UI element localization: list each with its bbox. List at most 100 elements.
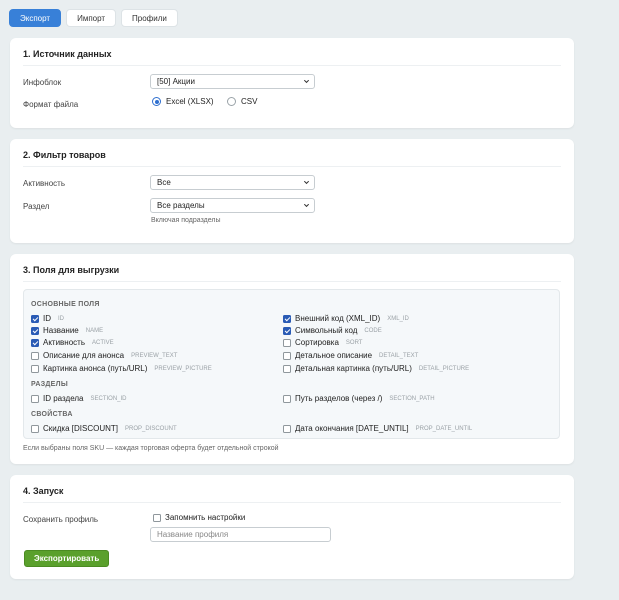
field-code: ACTIVE — [92, 339, 114, 346]
card-title: 2. Фильтр товаров — [23, 150, 106, 160]
section-label: Раздел — [23, 202, 50, 211]
field-code: NAME — [85, 327, 104, 334]
field-detail-text-checkbox[interactable]: Детальное описание DETAIL_TEXT — [283, 351, 418, 360]
checkbox-unchecked-icon — [31, 424, 39, 433]
checkbox-unchecked-icon — [283, 424, 291, 433]
field-label: Скидка [DISCOUNT] — [43, 424, 118, 433]
divider — [23, 281, 561, 282]
checkbox-unchecked-icon — [31, 351, 39, 360]
field-code: XML_ID — [387, 315, 409, 322]
checkbox-checked-icon — [283, 314, 291, 323]
radio-selected-icon — [152, 97, 161, 106]
field-code: PREVIEW_TEXT — [131, 352, 178, 359]
profile-name-input[interactable] — [150, 527, 331, 542]
field-id-checkbox[interactable]: ID ID — [31, 314, 64, 323]
tab-import[interactable]: Импорт — [66, 9, 117, 27]
remember-settings-checkbox[interactable]: Запомнить настройки — [153, 513, 245, 522]
card-filter: 2. Фильтр товаров Активность Все Раздел … — [10, 139, 574, 243]
field-active-checkbox[interactable]: Активность ACTIVE — [31, 338, 114, 347]
field-label: Внешний код (XML_ID) — [295, 314, 381, 323]
field-code: PREVIEW_PICTURE — [154, 365, 212, 372]
format-xlsx-radio[interactable]: Excel (XLSX) — [152, 97, 214, 106]
card-title: 3. Поля для выгрузки — [23, 265, 120, 275]
field-section-id-checkbox[interactable]: ID раздела SECTION_ID — [31, 394, 127, 403]
field-preview-picture-checkbox[interactable]: Картинка анонса (путь/URL) PREVIEW_PICTU… — [31, 364, 212, 373]
checkbox-unchecked-icon — [31, 394, 39, 403]
active-select[interactable]: Все — [150, 175, 315, 190]
section-hint: Включая подразделы — [151, 217, 221, 224]
checkbox-checked-icon — [31, 338, 39, 347]
field-code: PROP_DATE_UNTIL — [415, 425, 473, 432]
field-label: Активность — [43, 338, 86, 347]
field-label: Путь разделов (через /) — [295, 394, 383, 403]
field-label: Название — [43, 326, 79, 335]
format-csv-radio[interactable]: CSV — [227, 97, 257, 106]
field-code: SECTION_ID — [90, 395, 127, 402]
field-label: Дата окончания [DATE_UNTIL] — [295, 424, 409, 433]
checkbox-checked-icon — [283, 326, 291, 335]
field-prop-date-until-checkbox[interactable]: Дата окончания [DATE_UNTIL] PROP_DATE_UN… — [283, 424, 472, 433]
checkbox-checked-icon — [31, 326, 39, 335]
field-label: Детальная картинка (путь/URL) — [295, 364, 412, 373]
checkbox-checked-icon — [31, 314, 39, 323]
fields-box: ОСНОВНЫЕ ПОЛЯ ID ID Название NAME Активн… — [23, 289, 560, 439]
section-value: Все разделы — [157, 201, 205, 210]
iblock-value: [50] Акции — [157, 77, 195, 86]
divider — [23, 65, 561, 66]
tab-bar: Экспорт Импорт Профили — [9, 9, 178, 27]
tab-profiles[interactable]: Профили — [121, 9, 178, 27]
checkbox-unchecked-icon — [283, 364, 291, 373]
checkbox-unchecked-icon — [283, 338, 291, 347]
field-label: Детальное описание — [295, 351, 373, 360]
field-name-checkbox[interactable]: Название NAME — [31, 326, 103, 335]
remember-settings-label: Запомнить настройки — [165, 513, 246, 522]
field-label: ID раздела — [43, 394, 84, 403]
divider — [23, 166, 561, 167]
export-button[interactable]: Экспортировать — [24, 550, 110, 567]
field-code: DETAIL_TEXT — [379, 352, 419, 359]
card-fields: 3. Поля для выгрузки ОСНОВНЫЕ ПОЛЯ ID ID… — [10, 254, 574, 464]
checkbox-unchecked-icon — [283, 351, 291, 360]
field-prop-discount-checkbox[interactable]: Скидка [DISCOUNT] PROP_DISCOUNT — [31, 424, 177, 433]
field-code-checkbox[interactable]: Символьный код CODE — [283, 326, 382, 335]
checkbox-unchecked-icon — [283, 394, 291, 403]
field-label: Сортировка — [295, 338, 339, 347]
card-title: 1. Источник данных — [23, 49, 112, 59]
field-code: ID — [58, 315, 64, 322]
field-label: Описание для анонса — [43, 351, 125, 360]
group-title-main: ОСНОВНЫЕ ПОЛЯ — [31, 301, 100, 308]
section-select[interactable]: Все разделы — [150, 198, 315, 213]
field-xml-id-checkbox[interactable]: Внешний код (XML_ID) XML_ID — [283, 314, 409, 323]
field-section-path-checkbox[interactable]: Путь разделов (через /) SECTION_PATH — [283, 394, 435, 403]
field-label: ID — [43, 314, 51, 323]
card-title: 4. Запуск — [23, 486, 64, 496]
field-code: CODE — [364, 327, 382, 334]
field-code: PROP_DISCOUNT — [124, 425, 177, 432]
field-detail-picture-checkbox[interactable]: Детальная картинка (путь/URL) DETAIL_PIC… — [283, 364, 469, 373]
save-profile-label: Сохранить профиль — [23, 515, 99, 524]
field-preview-text-checkbox[interactable]: Описание для анонса PREVIEW_TEXT — [31, 351, 177, 360]
card-launch: 4. Запуск Сохранить профиль Запомнить на… — [10, 475, 574, 579]
format-xlsx-label: Excel (XLSX) — [166, 97, 214, 106]
radio-unselected-icon — [227, 97, 236, 106]
divider — [23, 502, 561, 503]
active-value: Все — [157, 178, 171, 187]
format-label: Формат файла — [23, 100, 79, 109]
field-code: SECTION_PATH — [389, 395, 435, 402]
iblock-select[interactable]: [50] Акции — [150, 74, 315, 89]
field-sort-checkbox[interactable]: Сортировка SORT — [283, 338, 362, 347]
field-label: Картинка анонса (путь/URL) — [43, 364, 148, 373]
field-code: DETAIL_PICTURE — [418, 365, 470, 372]
tab-export[interactable]: Экспорт — [9, 9, 62, 27]
field-code: SORT — [345, 339, 363, 346]
sku-note: Если выбраны поля SKU — каждая торговая … — [23, 445, 279, 452]
group-title-props: СВОЙСТВА — [31, 411, 73, 418]
field-label: Символьный код — [295, 326, 358, 335]
iblock-label: Инфоблок — [23, 78, 62, 87]
group-title-sections: РАЗДЕЛЫ — [31, 381, 69, 388]
format-csv-label: CSV — [241, 97, 258, 106]
card-source: 1. Источник данных Инфоблок [50] Акции Ф… — [10, 38, 574, 128]
chevron-down-icon — [303, 180, 310, 185]
checkbox-unchecked-icon — [153, 513, 161, 522]
checkbox-unchecked-icon — [31, 364, 39, 373]
